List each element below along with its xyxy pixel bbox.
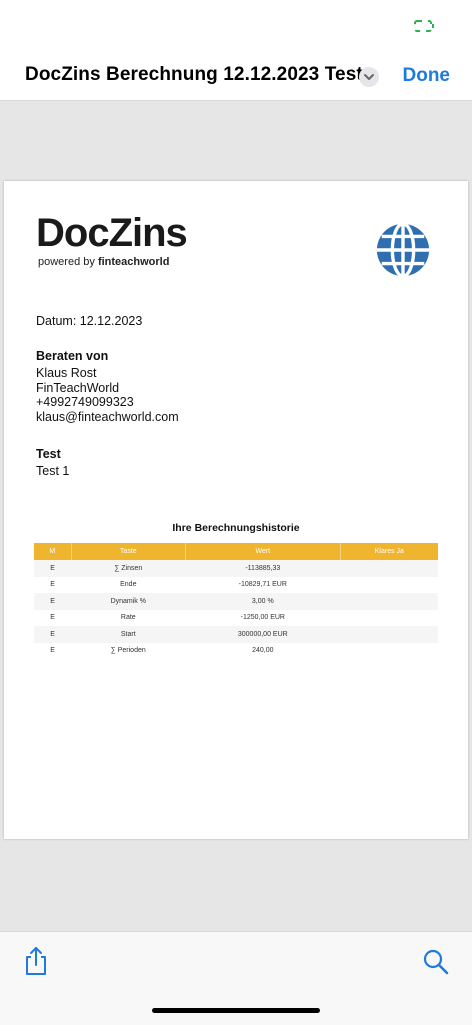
cell-wert: 300000,00 EUR: [185, 626, 341, 643]
status-bar: [0, 0, 472, 50]
cell-taste: ∑ Zinsen: [71, 560, 186, 577]
cell-m: E: [50, 581, 55, 589]
powered-by-label: powered by: [38, 256, 95, 268]
home-indicator: [152, 1008, 320, 1013]
cell-taste: ∑ Perioden: [110, 647, 146, 655]
cell-m: E: [34, 626, 72, 643]
cell-klares-ja: [340, 577, 438, 594]
history-table: M Taste Wert Klares Ja E ∑ Zinsen -11388…: [34, 543, 438, 659]
pdf-page: DocZins powered by finteachworld Datum: …: [4, 181, 468, 839]
client-heading: Test: [36, 447, 61, 461]
cell-taste: Rate: [120, 614, 136, 622]
cell-klares-ja: [340, 610, 438, 627]
cell-taste: Dynamik %: [71, 593, 186, 610]
navigation-bar: DocZins Berechnung 12.12.2023 Test Done: [0, 50, 472, 101]
advisor-name: Klaus Rost: [36, 366, 97, 380]
history-header-row: M Taste Wert Klares Ja: [34, 543, 438, 560]
cell-taste: Start: [71, 626, 186, 643]
done-button[interactable]: Done: [403, 65, 451, 87]
cell-wert: 240,00: [252, 647, 274, 655]
cell-m: E: [50, 614, 55, 622]
table-row: E Rate -1250,00 EUR: [34, 610, 438, 627]
table-row: E ∑ Zinsen -113885,33: [34, 560, 438, 577]
title-menu-button[interactable]: [359, 67, 379, 87]
table-row: E Start 300000,00 EUR: [34, 626, 438, 643]
document-viewer[interactable]: DocZins powered by finteachworld Datum: …: [0, 101, 472, 931]
column-header-taste: Taste: [71, 543, 186, 560]
cell-klares-ja: [340, 593, 438, 610]
table-row: E Dynamik % 3,00 %: [34, 593, 438, 610]
cell-klares-ja: [340, 643, 438, 660]
company-brand: finteachworld: [97, 256, 170, 268]
advisor-company: FinTeachWorld: [36, 381, 120, 395]
cell-klares-ja: [340, 626, 438, 643]
cell-taste: Ende: [120, 581, 137, 589]
history-title: Ihre Berechnungshistorie: [172, 522, 300, 534]
chevron-down-icon: [364, 74, 374, 80]
document-title[interactable]: DocZins Berechnung 12.12.2023 Test: [25, 64, 363, 86]
battery-charging-icon: [414, 20, 434, 32]
doczins-logo: DocZins: [36, 211, 188, 255]
cell-m: E: [50, 647, 55, 655]
advisor-email: klaus@finteachworld.com: [36, 410, 179, 424]
date-line: Datum: 12.12.2023: [36, 314, 143, 328]
advisor-phone: +4992749099323: [36, 395, 134, 409]
table-row: E Ende -10829,71 EUR: [34, 577, 438, 594]
cell-wert: -1250,00 EUR: [240, 614, 285, 622]
column-header-m: M: [34, 543, 72, 560]
advisor-heading: Beraten von: [36, 349, 109, 363]
cell-klares-ja: [340, 560, 438, 577]
cell-wert: -113885,33: [185, 560, 341, 577]
share-button[interactable]: [22, 946, 50, 976]
globe-icon: [376, 222, 430, 278]
cell-m: E: [34, 593, 72, 610]
search-button[interactable]: [422, 948, 450, 976]
logo-tagline: powered by finteachworld: [38, 256, 169, 268]
column-header-wert: Wert: [185, 543, 341, 560]
table-row: E ∑ Perioden 240,00: [34, 643, 438, 660]
cell-m: E: [34, 560, 72, 577]
share-icon: [26, 947, 46, 975]
cell-wert: 3,00 %: [185, 593, 341, 610]
bottom-toolbar: [0, 931, 472, 1025]
cell-wert: -10829,71 EUR: [238, 581, 287, 589]
search-icon: [423, 949, 449, 975]
client-name: Test 1: [36, 464, 70, 478]
column-header-klares-ja: Klares Ja: [340, 543, 438, 560]
